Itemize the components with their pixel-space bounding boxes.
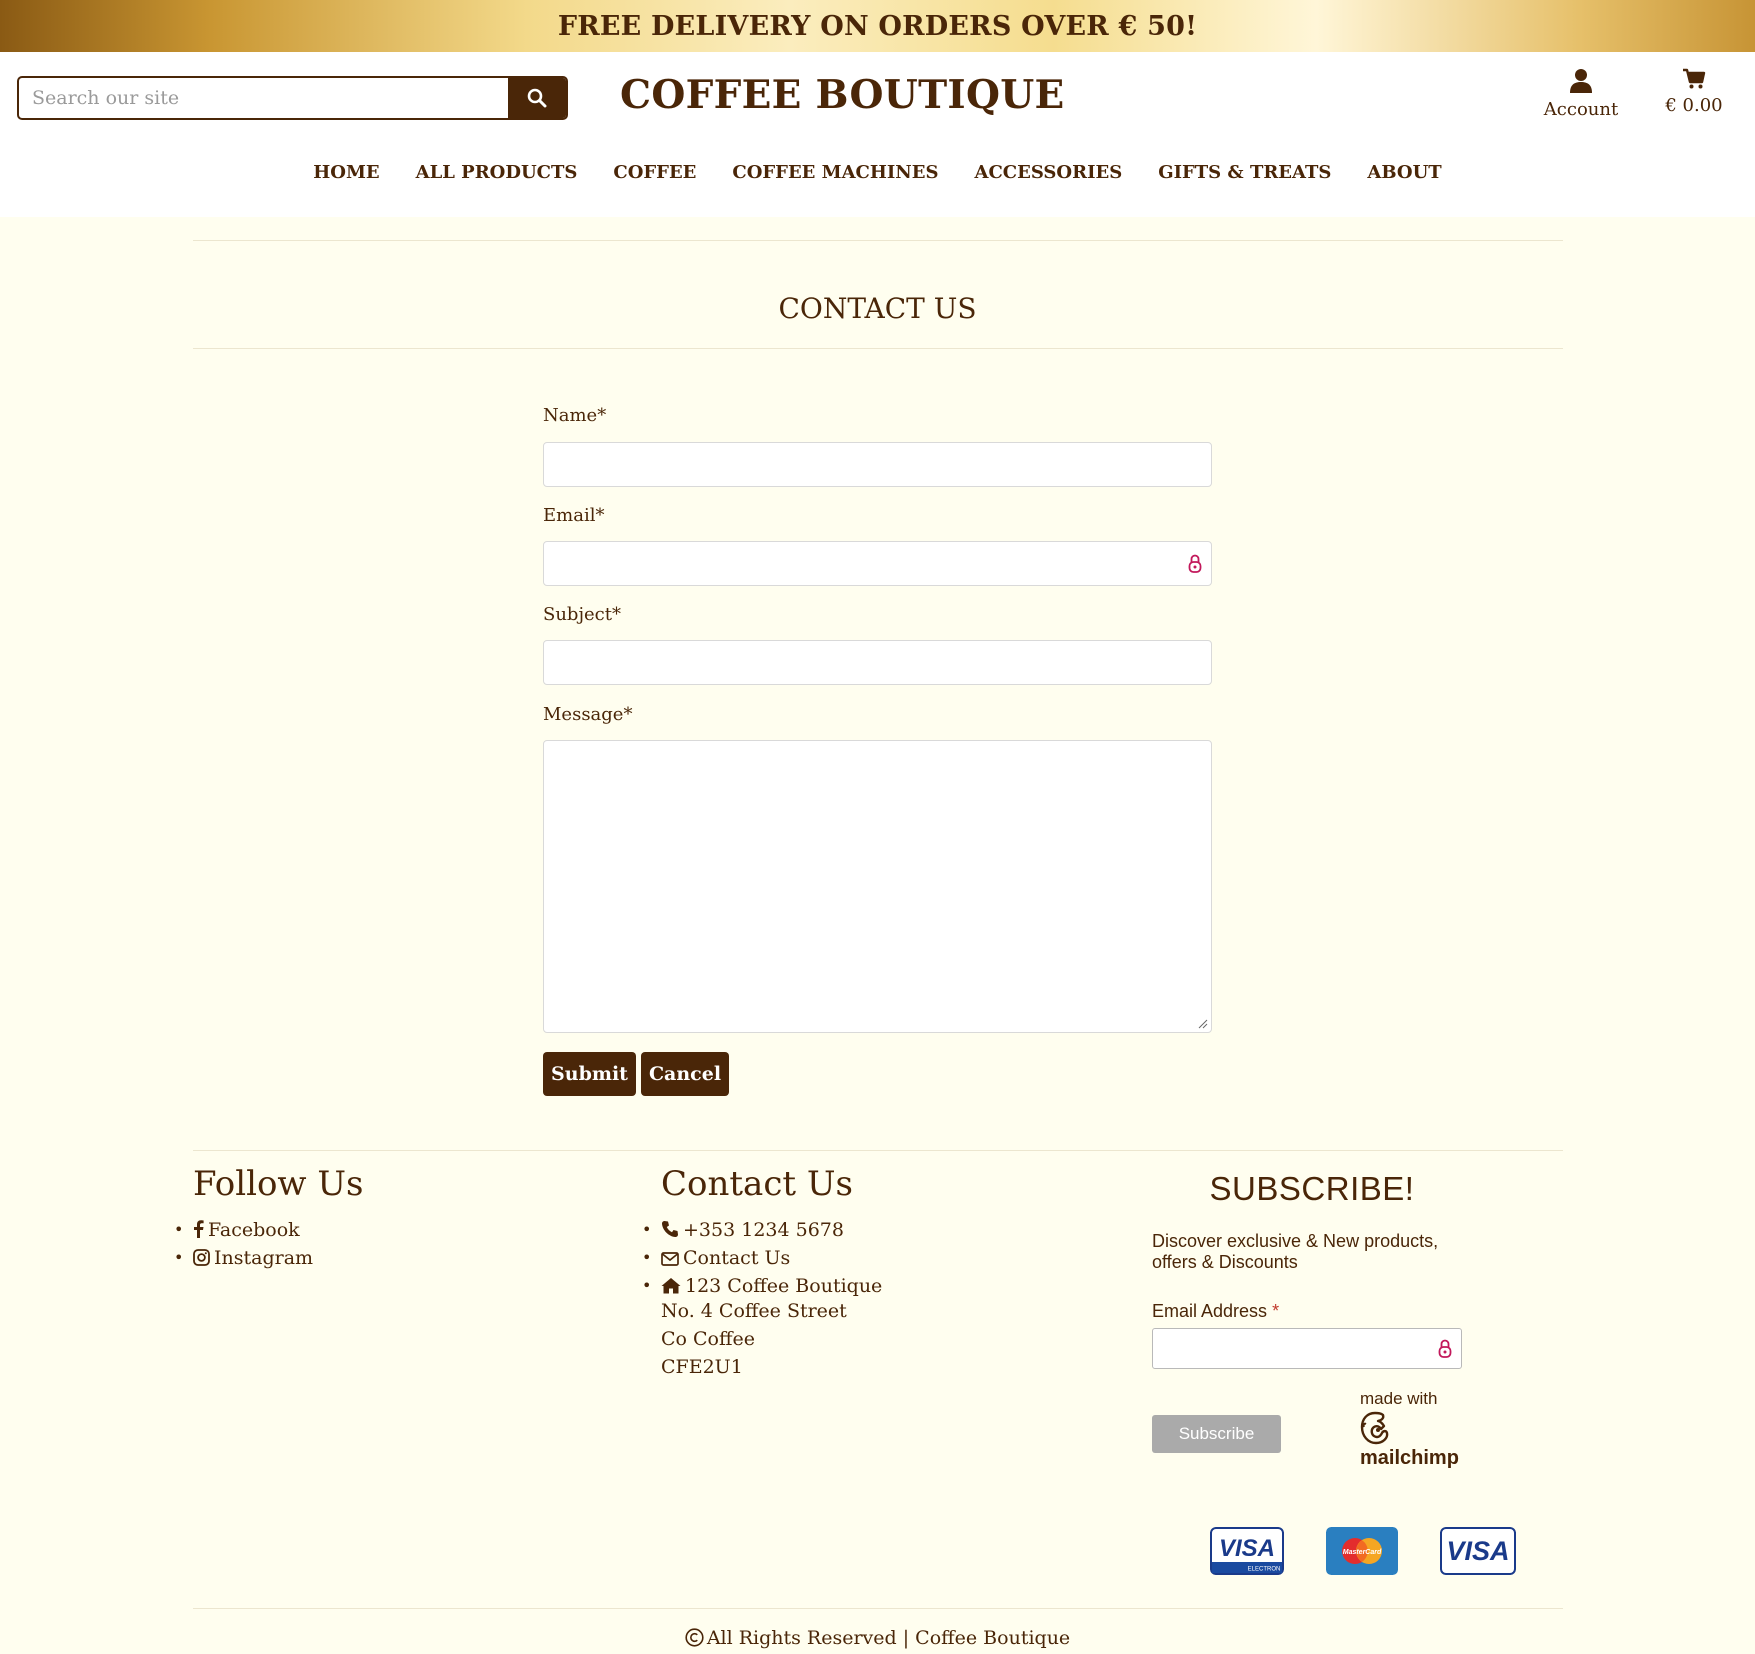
bullet: • (642, 1248, 652, 1267)
bullet: • (642, 1276, 652, 1295)
copyright-icon (685, 1628, 704, 1647)
bullet: • (642, 1220, 652, 1239)
site-header: COFFEE BOUTIQUE Account € 0.00 HOME ALL … (0, 52, 1755, 217)
contact-us-link-label: Contact Us (683, 1247, 791, 1269)
subscribe-title: SUBSCRIBE! (1209, 1170, 1415, 1207)
address-line-4: CFE2U1 (661, 1356, 743, 1378)
divider (193, 1150, 1563, 1151)
message-field-wrap (543, 740, 1212, 1033)
search-form (17, 76, 568, 120)
list-item: • 123 Coffee Boutique (642, 1272, 883, 1300)
subject-field-wrap (543, 640, 1212, 685)
cancel-button[interactable]: Cancel (641, 1052, 729, 1096)
user-icon (1570, 69, 1592, 93)
address-line-2: No. 4 Coffee Street (661, 1300, 847, 1322)
name-label: Name* (543, 405, 607, 426)
facebook-link[interactable]: Facebook (193, 1219, 300, 1241)
subject-label: Subject* (543, 604, 621, 625)
free-delivery-banner: FREE DELIVERY ON ORDERS OVER € 50! (0, 0, 1755, 52)
nav-item-coffee-machines[interactable]: COFFEE MACHINES (714, 162, 956, 183)
nav-item-gifts-treats[interactable]: GIFTS & TREATS (1140, 162, 1349, 183)
instagram-link[interactable]: Instagram (193, 1247, 313, 1269)
facebook-label: Facebook (208, 1219, 300, 1241)
address-line-1: 123 Coffee Boutique (685, 1275, 883, 1297)
required-mark: * (1272, 1301, 1280, 1321)
nav-item-about[interactable]: ABOUT (1349, 162, 1459, 183)
bullet: • (174, 1248, 184, 1267)
nav-item-accessories[interactable]: ACCESSORIES (956, 162, 1140, 183)
list-item: • +353 1234 5678 (642, 1216, 882, 1244)
search-button[interactable] (508, 78, 566, 118)
email-field[interactable] (544, 542, 1211, 585)
list-item: • Facebook (174, 1216, 313, 1244)
made-with-label: made with (1360, 1389, 1438, 1408)
contact-list: • +353 1234 5678 • Contact Us • 123 Coff… (642, 1216, 883, 1300)
address-line-3: Co Coffee (661, 1328, 755, 1350)
contact-us-title: Contact Us (661, 1164, 853, 1204)
cart-icon (1683, 68, 1706, 89)
resize-handle-icon[interactable] (1198, 1019, 1208, 1029)
envelope-icon (661, 1252, 679, 1266)
subject-field[interactable] (544, 641, 1211, 684)
message-field[interactable] (544, 741, 1211, 1032)
email-field-wrap (543, 541, 1212, 586)
name-field-wrap (543, 442, 1212, 487)
list-item: • Instagram (174, 1244, 313, 1272)
visa-electron-card-icon: VISA ELECTRON (1210, 1527, 1284, 1575)
follow-us-title: Follow Us (193, 1164, 364, 1204)
svg-text:ELECTRON: ELECTRON (1248, 1567, 1281, 1573)
divider (193, 1608, 1563, 1609)
brand-logo[interactable]: COFFEE BOUTIQUE (620, 72, 1065, 118)
cart-total: € 0.00 (1665, 95, 1723, 116)
phone-number[interactable]: +353 1234 5678 (683, 1219, 844, 1241)
copyright-text: All Rights Reserved | Coffee Boutique (706, 1627, 1071, 1649)
email-label: Email* (543, 505, 605, 526)
instagram-icon (193, 1249, 210, 1266)
search-icon (527, 88, 547, 108)
page-title: CONTACT US (778, 292, 977, 325)
copyright: All Rights Reserved | Coffee Boutique (0, 1627, 1755, 1649)
nav-item-coffee[interactable]: COFFEE (595, 162, 714, 183)
subscribe-email-label: Email Address * (1152, 1301, 1279, 1322)
divider (193, 240, 1563, 241)
subscribe-email-input[interactable] (1153, 1329, 1461, 1368)
bullet: • (174, 1220, 184, 1239)
divider (193, 348, 1563, 349)
password-manager-icon[interactable] (1187, 553, 1203, 575)
password-manager-icon[interactable] (1437, 1338, 1453, 1360)
nav-item-all-products[interactable]: ALL PRODUCTS (398, 162, 596, 183)
account-link[interactable]: Account (1540, 68, 1622, 120)
contact-us-link[interactable]: Contact Us (661, 1247, 790, 1269)
svg-text:VISA: VISA (1219, 1535, 1275, 1562)
facebook-icon (194, 1220, 204, 1238)
home-icon (661, 1278, 681, 1294)
list-item: • Contact Us (642, 1244, 882, 1272)
banner-text: FREE DELIVERY ON ORDERS OVER € 50! (557, 10, 1198, 42)
svg-text:VISA: VISA (1446, 1536, 1509, 1566)
nav-item-home[interactable]: HOME (295, 162, 397, 183)
subscribe-description: Discover exclusive & New products, offer… (1152, 1231, 1439, 1272)
cart-link[interactable]: € 0.00 (1662, 68, 1726, 116)
subscribe-email-label-text: Email Address (1152, 1301, 1268, 1321)
subscribe-email-wrap (1152, 1328, 1462, 1369)
phone-icon (662, 1221, 678, 1237)
name-field[interactable] (544, 443, 1211, 486)
social-list: • Facebook • Instagram (174, 1216, 313, 1272)
main-nav: HOME ALL PRODUCTS COFFEE COFFEE MACHINES… (0, 162, 1755, 183)
visa-card-icon: VISA (1440, 1527, 1516, 1575)
subscribe-button[interactable]: Subscribe (1152, 1415, 1281, 1453)
submit-button[interactable]: Submit (543, 1052, 636, 1096)
instagram-label: Instagram (214, 1247, 314, 1269)
mailchimp-wordmark: mailchimp (1360, 1447, 1459, 1469)
message-label: Message* (543, 704, 633, 725)
search-input[interactable] (19, 78, 509, 118)
account-label: Account (1543, 99, 1619, 120)
mailchimp-icon[interactable] (1358, 1410, 1392, 1446)
mastercard-card-icon: MasterCard (1326, 1527, 1398, 1575)
svg-text:MasterCard: MasterCard (1343, 1549, 1382, 1556)
